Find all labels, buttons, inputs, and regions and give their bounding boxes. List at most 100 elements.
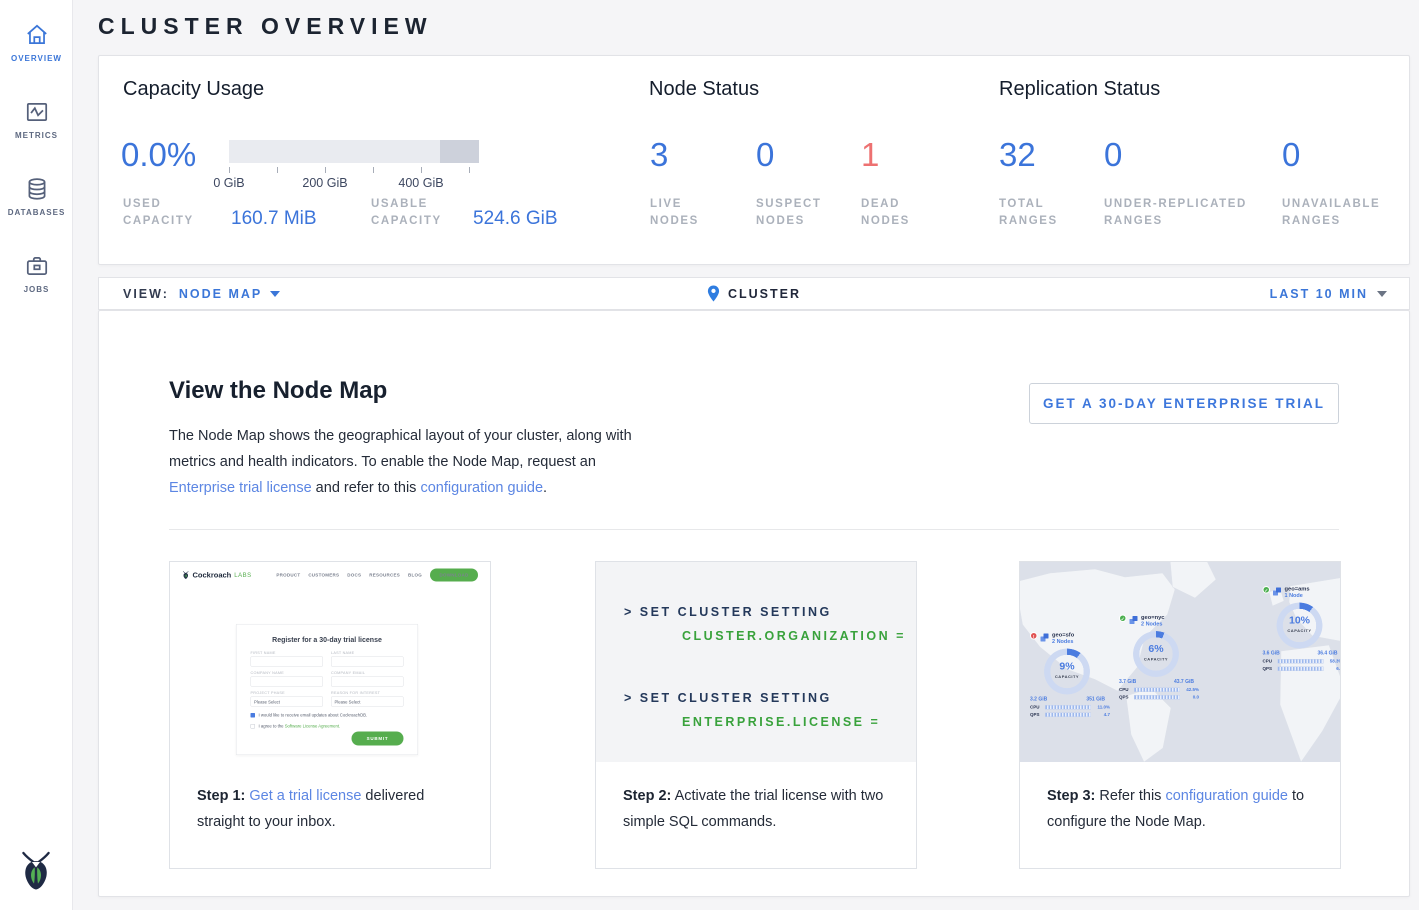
text-input [251,677,324,687]
capacity-axis-ticks [229,167,479,174]
step-2-code-snippet: > SET CLUSTER SETTING CLUSTER.ORGANIZATI… [596,562,916,762]
cpu-label: CPU [1030,705,1042,710]
total-ranges-value: 32 [999,136,1036,174]
capacity-gauge: 10% CAPACITY [1277,603,1323,649]
cluster-summary-card: Capacity Usage 0.0% 0 GiB 200 GiB 400 Gi… [98,55,1410,265]
capacity-bar-chart: 0 GiB 200 GiB 400 GiB [229,140,479,191]
used-value: 3.2 GiB [1030,697,1047,703]
app-root: OVERVIEW METRICS DATABASES JO [0,0,1419,910]
get-trial-license-link[interactable]: Get a trial license [249,788,361,804]
prompt-symbol: > [624,605,634,619]
step-1-thumbnail: Cockroach LABS PRODUCT CUSTOMERS DOCS RE… [170,562,490,762]
qps-value: 6.4 [1327,666,1341,671]
configuration-guide-link[interactable]: configuration guide [420,480,543,496]
license-agreement-link: Software License Agreement. [285,724,341,729]
gauge-percent: 10% [1277,615,1323,627]
capacity-axis-labels: 0 GiB 200 GiB 400 GiB [229,176,479,191]
locality-sfo: ! geo=sfo 2 Nodes 9% CAPACITY [1030,632,1120,717]
usable-capacity-label: USABLE CAPACITY [371,196,471,230]
enterprise-trial-button[interactable]: GET A 30-DAY ENTERPRISE TRIAL [1029,383,1339,424]
nav-link: DOCS [347,573,361,578]
dead-nodes-value: 1 [861,136,879,174]
sidebar-item-jobs[interactable]: JOBS [0,247,73,302]
checkbox-label: I agree to the [259,724,285,729]
description-text: The Node Map shows the geographical layo… [169,428,632,470]
sidebar-item-label: METRICS [0,131,73,140]
qps-meter [1278,666,1324,671]
sidebar-item-metrics[interactable]: METRICS [0,93,73,148]
node-status-title: Node Status [649,78,759,101]
used-value: 3.7 GiB [1119,679,1136,685]
capacity-percent: 0.0% [121,136,196,174]
select-input: Please Select [331,697,404,707]
field-label: REASON FOR INTEREST [331,691,404,696]
usable-value: 36.4 GiB [1317,651,1337,657]
view-selector-dropdown[interactable]: NODE MAP [179,287,280,301]
home-icon [24,22,50,48]
qps-value: 0.0 [1183,695,1199,700]
node-map-panel: View the Node Map The Node Map shows the… [98,310,1410,897]
unavailable-ranges-label: UNAVAILABLE RANGES [1282,196,1407,230]
step-3-caption: Step 3: Refer this configuration guide t… [1020,762,1340,835]
cpu-meter [1134,687,1180,692]
mini-site-register-form: Register for a 30-day trial license FIRS… [236,624,418,755]
gauge-label: CAPACITY [1277,629,1323,634]
text-input [331,677,404,687]
nav-link: PRODUCT [276,573,300,578]
capacity-bar [229,140,479,163]
gauge-percent: 9% [1044,661,1090,673]
replication-status-title: Replication Status [999,78,1160,101]
live-nodes-value: 3 [650,136,668,174]
used-capacity-value: 160.7 MiB [231,208,317,230]
chevron-down-icon [1377,291,1387,297]
capacity-usage-title: Capacity Usage [123,78,264,101]
configuration-guide-link[interactable]: configuration guide [1165,788,1288,804]
locality-nyc: ✓ geo=nyc 2 Nodes 6% CAPACITY [1119,615,1209,700]
location-label: CLUSTER [728,287,801,301]
capacity-gauge: 9% CAPACITY [1044,649,1090,695]
step-3-node-map-thumbnail: ! geo=sfo 2 Nodes 9% CAPACITY [1020,562,1340,762]
cpu-meter [1045,705,1091,710]
step-label: Step 2: [623,788,671,804]
checkbox-label: I would like to receive email updates ab… [259,713,368,718]
sidebar-item-databases[interactable]: DATABASES [0,170,73,225]
capacity-gauge: 6% CAPACITY [1133,631,1179,677]
qps-meter [1134,695,1180,700]
chevron-down-icon [270,291,280,297]
nav-link: RESOURCES [369,573,400,578]
step-label: Step 3: [1047,788,1095,804]
sidebar-item-overview[interactable]: OVERVIEW [0,16,73,71]
cockroach-icon [18,851,54,891]
time-range-dropdown[interactable]: LAST 10 MIN [1270,287,1409,301]
under-replicated-ranges-label: UNDER-REPLICATED RANGES [1104,196,1279,230]
mini-site-brand: Cockroach LABS [182,571,252,580]
nodes-cube-icon [1130,616,1139,625]
step-1-caption: Step 1: Get a trial license delivered st… [170,762,490,835]
prompt-symbol: > [624,691,634,705]
location-breadcrumb: CLUSTER [707,285,801,302]
cpu-value: 42.5% [1183,687,1199,692]
download-button: DOWNLOAD [430,569,478,582]
sidebar-item-label: JOBS [0,285,73,294]
usable-capacity-value: 524.6 GiB [473,208,558,230]
description-text: and refer to this [312,480,421,496]
enterprise-trial-license-link[interactable]: Enterprise trial license [169,480,312,496]
healthy-badge-icon: ✓ [1263,586,1271,594]
map-pin-icon [707,285,720,302]
cockroach-icon [182,571,190,580]
checkbox-unchecked [251,724,256,729]
node-map-heading: View the Node Map [169,377,387,405]
description-text: . [543,480,547,496]
locality-node-count: 2 Nodes [1141,621,1164,627]
field-label: COMPANY EMAIL [331,671,404,676]
node-map-description: The Node Map shows the geographical layo… [169,423,639,501]
database-icon [24,176,50,202]
locality-node-count: 2 Nodes [1052,639,1074,645]
total-ranges-label: TOTAL RANGES [999,196,1079,230]
used-value: 3.6 GiB [1263,651,1280,657]
cpu-value: 11.0% [1094,705,1110,710]
nodes-cube-icon [1273,588,1282,597]
field-label: PROJECT PHASE [251,691,324,696]
qps-label: QPS [1119,695,1131,700]
cpu-label: CPU [1119,687,1131,692]
